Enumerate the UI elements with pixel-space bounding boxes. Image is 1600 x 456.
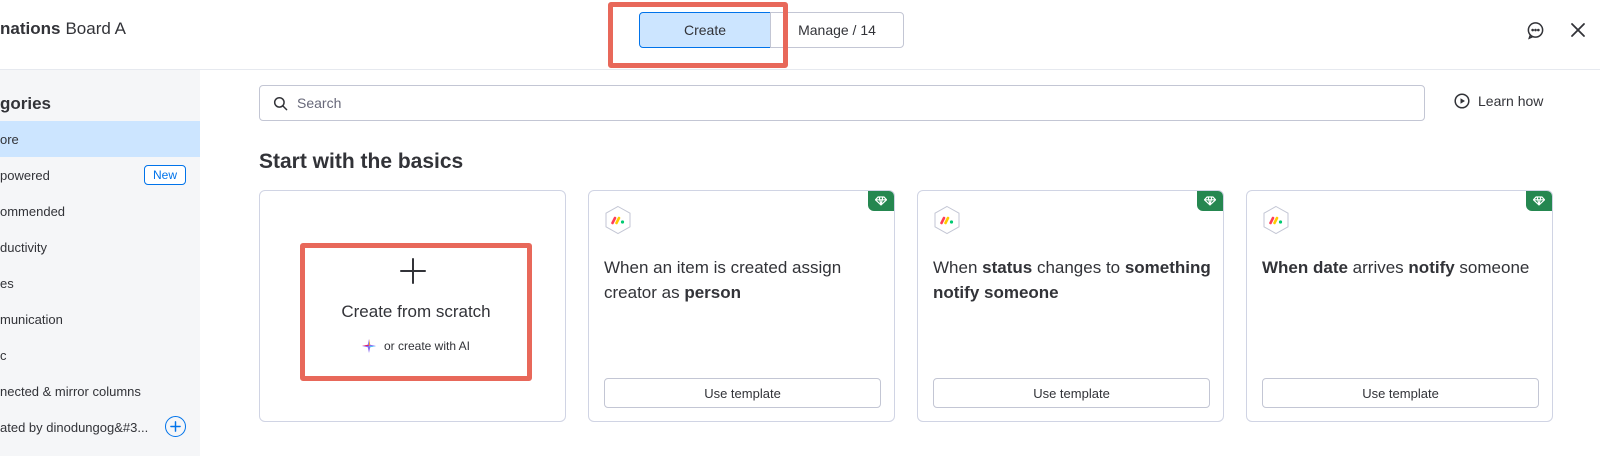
template-description: When an item is created assign creator a… [604, 255, 884, 305]
sidebar-item-connected-mirror-columns[interactable]: nected & mirror columns [0, 373, 200, 409]
template-card[interactable]: When status changes to something notify … [917, 190, 1224, 422]
premium-diamond-icon [1526, 191, 1552, 211]
monday-logo-icon [934, 205, 960, 235]
premium-diamond-icon [1197, 191, 1223, 211]
manage-tab[interactable]: Manage / 14 [770, 12, 904, 48]
sidebar-item-basic[interactable]: c [0, 337, 200, 373]
search-bar [259, 85, 1425, 121]
sidebar-item-recommended[interactable]: ommended [0, 193, 200, 229]
create-tab[interactable]: Create [639, 12, 771, 48]
monday-logo-icon [605, 205, 631, 235]
sidebar-item-explore[interactable]: ore [0, 121, 200, 157]
premium-diamond-icon [868, 191, 894, 211]
learn-how-link[interactable]: Learn how [1454, 93, 1543, 109]
use-template-button[interactable]: Use template [933, 378, 1210, 408]
template-card[interactable]: When an item is created assign creator a… [588, 190, 895, 422]
recipe-keyword: person [684, 283, 741, 302]
header: nations Board A Create Manage / 14 [0, 0, 1600, 70]
play-icon [1454, 93, 1470, 109]
use-template-button[interactable]: Use template [1262, 378, 1539, 408]
new-badge: New [144, 165, 187, 185]
chat-icon[interactable] [1524, 19, 1546, 41]
sidebar-title: gories [0, 94, 52, 113]
recipe-text: When [933, 258, 983, 277]
sidebar-item-communication[interactable]: munication [0, 301, 200, 337]
search-icon [273, 96, 288, 111]
create-with-ai-label: or create with AI [383, 339, 471, 353]
plus-icon [170, 421, 181, 432]
learn-how-label: Learn how [1478, 93, 1544, 109]
board-name-rest: Board A [65, 19, 126, 38]
template-card[interactable]: When date arrives notify someone Use tem… [1246, 190, 1553, 422]
categories-sidebar: gories ore powered New ommended ductivit… [0, 70, 200, 456]
create-from-scratch-label[interactable]: Create from scratch [300, 302, 532, 322]
monday-logo-icon [1263, 205, 1289, 235]
template-description: When status changes to something notify … [933, 255, 1213, 305]
recipe-text: someone [1454, 258, 1530, 277]
section-title: Start with the basics [259, 150, 464, 173]
recipe-keyword: When date [1262, 258, 1348, 277]
sidebar-item-productivity[interactable]: ductivity [0, 229, 200, 265]
template-description: When date arrives notify someone [1262, 255, 1542, 280]
use-template-button[interactable]: Use template [604, 378, 881, 408]
recipe-keyword: notify [1408, 258, 1455, 277]
search-input[interactable] [297, 88, 1424, 118]
plus-icon [400, 258, 426, 284]
sidebar-item-dates[interactable]: es [0, 265, 200, 301]
ai-sparkle-icon [361, 339, 376, 353]
recipe-text: changes to [1032, 258, 1125, 277]
recipe-keyword: status [982, 258, 1033, 277]
add-category-button[interactable] [165, 416, 186, 437]
sidebar-item-created-by[interactable]: ated by dinodungog&#3... [0, 409, 160, 445]
create-with-ai-link[interactable]: or create with AI [300, 339, 532, 353]
board-name-bold: nations [0, 19, 61, 38]
close-icon[interactable] [1567, 19, 1589, 41]
board-title: nations Board A [0, 19, 126, 39]
recipe-text: arrives [1347, 258, 1409, 277]
